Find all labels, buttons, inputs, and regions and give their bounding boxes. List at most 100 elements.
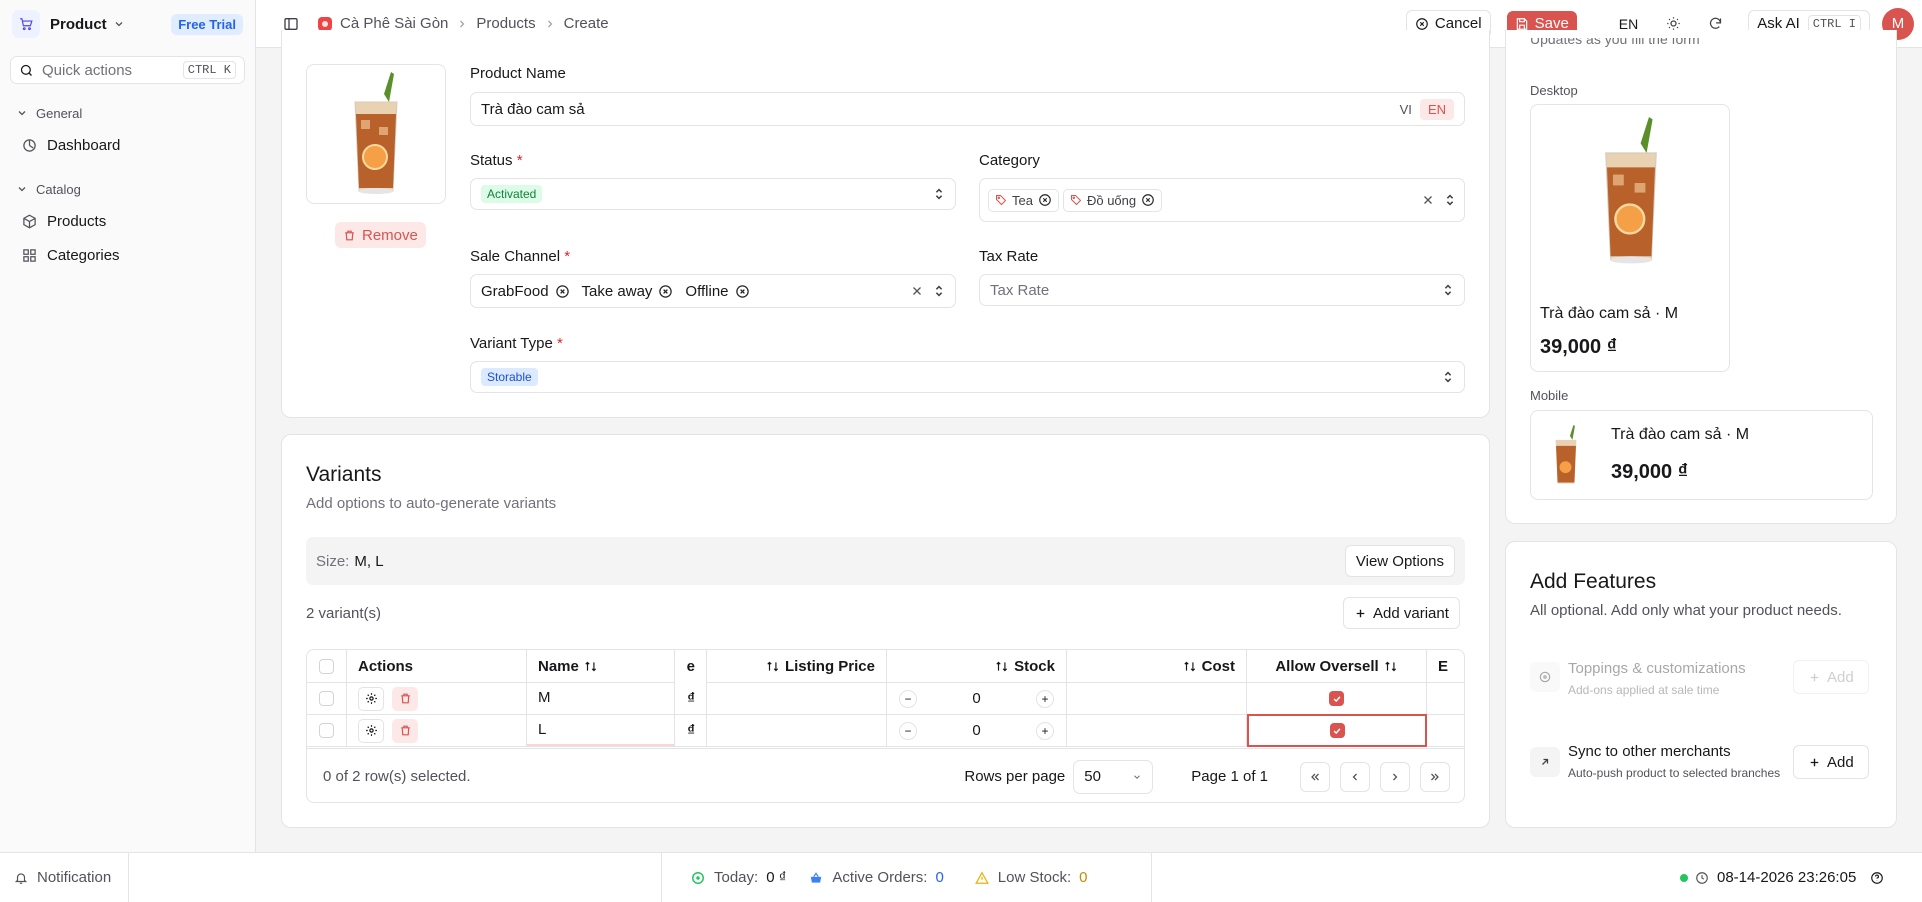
sparkle-icon bbox=[1530, 662, 1560, 692]
sale-channel-chip: Take away bbox=[582, 283, 674, 300]
status-label: Status * bbox=[470, 152, 523, 169]
store-logo-icon bbox=[318, 16, 332, 31]
basket-icon bbox=[811, 871, 822, 883]
stock-value[interactable]: 0 bbox=[917, 722, 1036, 739]
variant-type-label: Variant Type * bbox=[470, 335, 563, 352]
quick-actions-search[interactable]: Quick actions CTRL K bbox=[10, 56, 245, 84]
add-toppings-button[interactable]: Add bbox=[1793, 660, 1869, 694]
chevron-down-icon bbox=[18, 187, 26, 192]
save-icon bbox=[1516, 17, 1527, 30]
trash-icon[interactable] bbox=[392, 686, 418, 711]
column-listing-price[interactable]: Listing Price bbox=[707, 650, 887, 683]
add-features-subtitle: All optional. Add only what your product… bbox=[1530, 602, 1842, 619]
clear-icon[interactable] bbox=[911, 285, 923, 297]
stats-group: Today: 0 ₫ Active Orders: 0 Low Stock: 0 bbox=[661, 853, 1152, 902]
sort-icon bbox=[584, 660, 598, 673]
add-sync-button[interactable]: Add bbox=[1793, 745, 1869, 779]
previous-page-icon[interactable] bbox=[1340, 761, 1370, 792]
product-name-input[interactable]: Trà đào cam sả VI EN bbox=[470, 92, 1465, 126]
free-trial-badge[interactable]: Free Trial bbox=[171, 13, 243, 35]
low-stock-label: Low Stock: bbox=[997, 869, 1072, 886]
variants-subtitle: Add options to auto-generate variants bbox=[306, 495, 557, 512]
allow-oversell-checkbox[interactable] bbox=[1329, 691, 1344, 706]
notification-button[interactable]: Notification bbox=[0, 853, 129, 902]
next-page-icon[interactable] bbox=[1380, 761, 1410, 792]
iced-tea-image bbox=[354, 71, 398, 194]
variant-name[interactable]: L bbox=[527, 715, 674, 746]
app-switcher[interactable]: Product Free Trial bbox=[0, 0, 255, 48]
variant-count: 2 variant(s) bbox=[306, 605, 382, 622]
clear-icon[interactable] bbox=[1422, 194, 1434, 206]
row-checkbox[interactable] bbox=[319, 723, 334, 738]
decrement-icon[interactable]: − bbox=[899, 721, 917, 740]
remove-image-button[interactable]: Remove bbox=[335, 222, 426, 248]
remove-chip-icon[interactable] bbox=[1038, 193, 1052, 207]
remove-chip-icon[interactable] bbox=[658, 284, 673, 299]
category-select[interactable]: Tea Đồ uống bbox=[979, 178, 1465, 222]
allow-oversell-checkbox[interactable] bbox=[1329, 723, 1345, 738]
sale-channel-chip: GrabFood bbox=[481, 283, 570, 300]
sidebar-group-catalog[interactable]: Catalog bbox=[0, 174, 255, 204]
gear-icon[interactable] bbox=[358, 718, 384, 743]
plus-icon bbox=[1810, 758, 1819, 766]
stock-value[interactable]: 0 bbox=[917, 690, 1036, 707]
feature-title: Toppings & customizations bbox=[1568, 660, 1746, 677]
tax-rate-select[interactable]: Tax Rate bbox=[979, 274, 1465, 306]
column-stock[interactable]: Stock bbox=[887, 650, 1067, 683]
listing-price-input[interactable] bbox=[707, 715, 887, 746]
page-indicator: Page 1 of 1 bbox=[1191, 768, 1268, 785]
sidebar-group-general[interactable]: General bbox=[0, 98, 255, 128]
table-header: Actions Name e Listing Price Stock Cost … bbox=[307, 650, 1464, 683]
app-name: Product bbox=[50, 15, 107, 33]
help-icon[interactable] bbox=[1870, 871, 1884, 885]
last-page-icon[interactable] bbox=[1420, 761, 1450, 792]
mobile-item-price: 39,000 ₫ bbox=[1611, 461, 1688, 483]
active-orders-value: 0 bbox=[935, 869, 944, 886]
sidebar-item-products[interactable]: Products bbox=[8, 204, 247, 238]
first-page-icon[interactable] bbox=[1300, 761, 1330, 792]
variant-type-select[interactable]: Storable bbox=[470, 361, 1465, 393]
gear-icon[interactable] bbox=[358, 686, 384, 711]
table-footer: 0 of 2 row(s) selected. Rows per page 50… bbox=[307, 748, 1464, 802]
sidebar-item-label: Categories bbox=[47, 246, 120, 264]
status-select[interactable]: Activated bbox=[470, 178, 956, 210]
sidebar-item-categories[interactable]: Categories bbox=[8, 238, 247, 272]
sale-channel-select[interactable]: GrabFood Take away Offline bbox=[470, 274, 956, 308]
sidebar-item-dashboard[interactable]: Dashboard bbox=[8, 128, 247, 162]
view-options-button[interactable]: View Options bbox=[1344, 545, 1455, 577]
remove-chip-icon[interactable] bbox=[555, 284, 570, 299]
preview-card: Updates as you fill the form Desktop Trà… bbox=[1505, 30, 1897, 524]
stock-stepper: − 0 + bbox=[887, 683, 1067, 714]
feature-description: Auto-push product to selected branches bbox=[1568, 766, 1781, 780]
product-image[interactable] bbox=[306, 64, 446, 204]
lang-vi-toggle[interactable]: VI bbox=[1392, 99, 1420, 120]
tag-icon bbox=[1070, 195, 1082, 206]
sidebar-item-label: Dashboard bbox=[47, 136, 121, 154]
column-cost[interactable]: Cost bbox=[1067, 650, 1247, 683]
select-all-checkbox[interactable] bbox=[319, 659, 334, 674]
add-variant-button[interactable]: Add variant bbox=[1343, 597, 1460, 629]
low-stock-value: 0 bbox=[1079, 869, 1088, 886]
rows-per-page-select[interactable]: 50 bbox=[1073, 759, 1154, 794]
sort-icon bbox=[766, 660, 780, 673]
variant-name[interactable]: M bbox=[527, 683, 674, 714]
remove-chip-icon[interactable] bbox=[735, 284, 750, 299]
today-value: 0 ₫ bbox=[766, 869, 787, 886]
iced-tea-image bbox=[1547, 425, 1585, 491]
row-checkbox[interactable] bbox=[319, 691, 334, 706]
mobile-preview: Trà đào cam sả · M 39,000 ₫ bbox=[1530, 410, 1873, 500]
cart-icon bbox=[12, 10, 40, 38]
preview-subtitle: Updates as you fill the form bbox=[1530, 38, 1700, 47]
lang-en-toggle[interactable]: EN bbox=[1419, 98, 1454, 120]
status-badge: Activated bbox=[481, 185, 543, 203]
listing-price-input[interactable] bbox=[707, 683, 887, 714]
cost-input[interactable] bbox=[1067, 683, 1247, 714]
cost-input[interactable] bbox=[1067, 715, 1247, 746]
decrement-icon[interactable]: − bbox=[899, 689, 917, 708]
remove-chip-icon[interactable] bbox=[1141, 193, 1155, 207]
increment-icon[interactable]: + bbox=[1036, 689, 1054, 708]
column-allow-oversell[interactable]: Allow Oversell bbox=[1247, 650, 1427, 683]
general-info-card: Remove Product Name Trà đào cam sả VI EN… bbox=[281, 30, 1490, 418]
increment-icon[interactable]: + bbox=[1036, 721, 1054, 740]
trash-icon[interactable] bbox=[392, 718, 418, 743]
